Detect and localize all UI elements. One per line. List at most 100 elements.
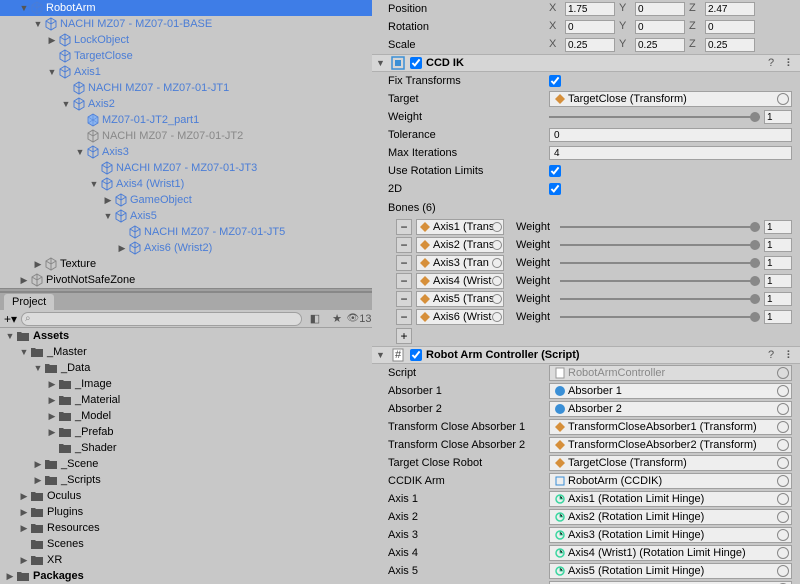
weight-slider[interactable] [549, 110, 792, 124]
scale-x[interactable] [565, 38, 615, 52]
expand-arrow-icon[interactable]: ▼ [18, 347, 30, 357]
hierarchy-item[interactable]: ▼Axis2 [0, 96, 372, 112]
object-field[interactable]: TransformCloseAbsorber1 (Transform) [549, 419, 792, 435]
bone-transform-field[interactable]: Axis6 (Wrist [416, 309, 504, 325]
context-menu-icon[interactable]: ⠇ [786, 57, 796, 70]
object-picker-icon[interactable] [777, 367, 789, 379]
expand-arrow-icon[interactable]: ▶ [18, 523, 30, 534]
add-bone-button[interactable]: + [396, 328, 412, 344]
project-folder[interactable]: ▶Oculus [0, 488, 372, 504]
remove-bone-button[interactable]: − [396, 273, 412, 289]
project-folder[interactable]: ▼Assets [0, 328, 372, 344]
hierarchy-item[interactable]: ▼NACHI MZ07 - MZ07-01-BASE [0, 16, 372, 32]
object-field[interactable]: Axis3 (Rotation Limit Hinge) [549, 527, 792, 543]
ccdik-enabled-checkbox[interactable] [410, 57, 422, 69]
expand-arrow-icon[interactable]: ▼ [46, 67, 58, 77]
project-folder[interactable]: ▶_Scene [0, 456, 372, 472]
remove-bone-button[interactable]: − [396, 309, 412, 325]
bone-weight-slider[interactable] [560, 292, 792, 306]
object-picker-icon[interactable] [492, 294, 502, 304]
expand-arrow-icon[interactable]: ▼ [102, 211, 114, 221]
target-field[interactable]: TargetClose (Transform) [549, 91, 792, 107]
bone-weight-slider[interactable] [560, 220, 792, 234]
hierarchy-item[interactable]: ▼Axis3 [0, 144, 372, 160]
project-folder[interactable]: ▼_Data [0, 360, 372, 376]
hierarchy-item[interactable]: ▶Texture [0, 256, 372, 272]
object-picker-icon[interactable] [492, 258, 502, 268]
object-picker-icon[interactable] [777, 547, 789, 559]
expand-arrow-icon[interactable]: ▶ [32, 259, 44, 270]
help-icon[interactable]: ? [768, 57, 782, 69]
hierarchy-item[interactable]: ▼Axis4 (Wrist1) [0, 176, 372, 192]
object-field[interactable]: Axis5 (Rotation Limit Hinge) [549, 563, 792, 579]
project-folder[interactable]: ▶Packages [0, 568, 372, 584]
pos-z[interactable] [705, 2, 755, 16]
object-field[interactable]: Absorber 2 [549, 401, 792, 417]
hierarchy-item[interactable]: NACHI MZ07 - MZ07-01-JT2 [0, 128, 372, 144]
expand-arrow-icon[interactable]: ▶ [46, 379, 58, 390]
bone-weight-slider[interactable] [560, 310, 792, 324]
expand-arrow-icon[interactable]: ▶ [116, 243, 128, 254]
object-picker-icon[interactable] [777, 403, 789, 415]
max-iterations-field[interactable] [549, 146, 792, 160]
object-field[interactable]: Axis2 (Rotation Limit Hinge) [549, 509, 792, 525]
object-picker-icon[interactable] [492, 222, 502, 232]
bone-transform-field[interactable]: Axis1 (Trans [416, 219, 504, 235]
expand-arrow-icon[interactable]: ▼ [88, 179, 100, 189]
expand-arrow-icon[interactable]: ▶ [4, 571, 16, 582]
expand-arrow-icon[interactable]: ▶ [46, 411, 58, 422]
hidden-icon[interactable]: 👁13 [350, 311, 368, 327]
project-tab[interactable]: Project [4, 294, 54, 310]
project-search-input[interactable] [21, 312, 302, 326]
bone-transform-field[interactable]: Axis5 (Trans [416, 291, 504, 307]
object-field[interactable]: TransformCloseAbsorber2 (Transform) [549, 437, 792, 453]
expand-arrow-icon[interactable]: ▶ [46, 427, 58, 438]
expand-arrow-icon[interactable]: ▼ [32, 363, 44, 373]
object-field[interactable]: Axis1 (Rotation Limit Hinge) [549, 491, 792, 507]
object-picker-icon[interactable] [492, 276, 502, 286]
rot-x[interactable] [565, 20, 615, 34]
hierarchy-item[interactable]: MZ07-01-JT2_part1 [0, 112, 372, 128]
expand-arrow-icon[interactable]: ▶ [102, 195, 114, 206]
object-field[interactable]: Axis4 (Wrist1) (Rotation Limit Hinge) [549, 545, 792, 561]
pos-y[interactable] [635, 2, 685, 16]
project-folder[interactable]: _Shader [0, 440, 372, 456]
object-picker-icon[interactable] [492, 240, 502, 250]
object-picker-icon[interactable] [777, 565, 789, 577]
filter-icon[interactable]: ◧ [306, 311, 324, 327]
hierarchy-item[interactable]: NACHI MZ07 - MZ07-01-JT5 [0, 224, 372, 240]
bone-transform-field[interactable]: Axis4 (Wrist [416, 273, 504, 289]
fix-transforms-checkbox[interactable] [549, 75, 561, 87]
remove-bone-button[interactable]: − [396, 291, 412, 307]
expand-arrow-icon[interactable]: ▶ [18, 507, 30, 518]
project-folder[interactable]: ▶XR [0, 552, 372, 568]
script-field[interactable]: RobotArmController [549, 365, 792, 381]
project-folder[interactable]: ▶_Scripts [0, 472, 372, 488]
expand-arrow-icon[interactable]: ▶ [46, 35, 58, 46]
hierarchy-item[interactable]: ▶Axis6 (Wrist2) [0, 240, 372, 256]
hierarchy-item[interactable]: ▼Axis1 [0, 64, 372, 80]
foldout-arrow-icon[interactable]: ▼ [376, 58, 386, 68]
scale-z[interactable] [705, 38, 755, 52]
object-picker-icon[interactable] [777, 529, 789, 541]
tolerance-field[interactable] [549, 128, 792, 142]
project-folder[interactable]: ▶_Image [0, 376, 372, 392]
expand-arrow-icon[interactable]: ▶ [18, 491, 30, 502]
hierarchy-item[interactable]: ▶PivotNotSafeZone [0, 272, 372, 288]
expand-arrow-icon[interactable]: ▼ [32, 19, 44, 29]
hierarchy-item[interactable]: NACHI MZ07 - MZ07-01-JT3 [0, 160, 372, 176]
pos-x[interactable] [565, 2, 615, 16]
hierarchy-item[interactable]: ▶GameObject [0, 192, 372, 208]
object-picker-icon[interactable] [777, 385, 789, 397]
hierarchy-item[interactable]: NACHI MZ07 - MZ07-01-JT1 [0, 80, 372, 96]
expand-arrow-icon[interactable]: ▼ [4, 331, 16, 341]
remove-bone-button[interactable]: − [396, 219, 412, 235]
remove-bone-button[interactable]: − [396, 237, 412, 253]
bone-weight-slider[interactable] [560, 238, 792, 252]
expand-arrow-icon[interactable]: ▶ [18, 555, 30, 566]
object-picker-icon[interactable] [777, 439, 789, 451]
project-folder[interactable]: Scenes [0, 536, 372, 552]
remove-bone-button[interactable]: − [396, 255, 412, 271]
bone-weight-slider[interactable] [560, 274, 792, 288]
help-icon[interactable]: ? [768, 349, 782, 361]
